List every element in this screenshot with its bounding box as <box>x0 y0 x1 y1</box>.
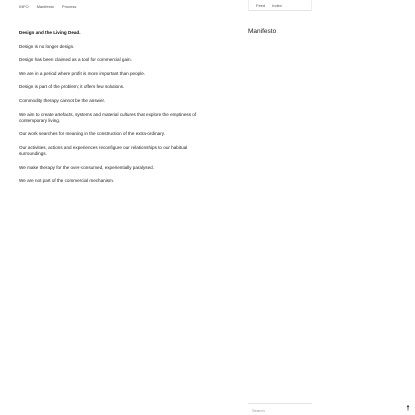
top-navigation: INFO Manifesto Process <box>19 4 76 9</box>
page: INFO Manifesto Process Feed Index Manife… <box>0 0 415 415</box>
search-input[interactable] <box>252 407 306 413</box>
manifesto-paragraph: Design is part of the problem; it offers… <box>19 84 125 90</box>
search-box <box>248 403 312 415</box>
manifesto-paragraph: We make therapy for the over-consumed, e… <box>19 164 154 170</box>
side-navigation: Feed Index <box>248 0 312 11</box>
nav-item-index[interactable]: Index <box>265 3 282 8</box>
nav-item-manifesto[interactable]: Manifesto <box>37 4 54 9</box>
nav-item-process[interactable]: Process <box>62 4 76 9</box>
manifesto-heading: Design and the Living Dead. <box>19 30 81 35</box>
nav-item-info[interactable]: INFO <box>19 4 29 9</box>
manifesto-paragraph: We aim to create artefacts, systems and … <box>19 111 197 123</box>
side-page-title: Manifesto <box>248 28 277 35</box>
manifesto-paragraph: Our activities, actions and experiences … <box>19 144 188 157</box>
pin-icon[interactable] <box>406 405 410 411</box>
nav-item-feed[interactable]: Feed <box>249 3 265 8</box>
manifesto-paragraph: Our work searches for meaning in the con… <box>19 131 165 137</box>
manifesto-paragraph: Design has been claimed as a tool for co… <box>19 57 132 63</box>
manifesto-paragraph: We are in a period where profit is more … <box>19 70 146 76</box>
manifesto-text: Design and the Living Dead. Design is no… <box>19 30 201 192</box>
manifesto-paragraph: Commodity therapy cannot be the answer. <box>19 97 106 103</box>
manifesto-paragraph: We are not part of the commercial mechan… <box>19 178 115 184</box>
manifesto-paragraph: Design is no longer design. <box>19 43 75 49</box>
